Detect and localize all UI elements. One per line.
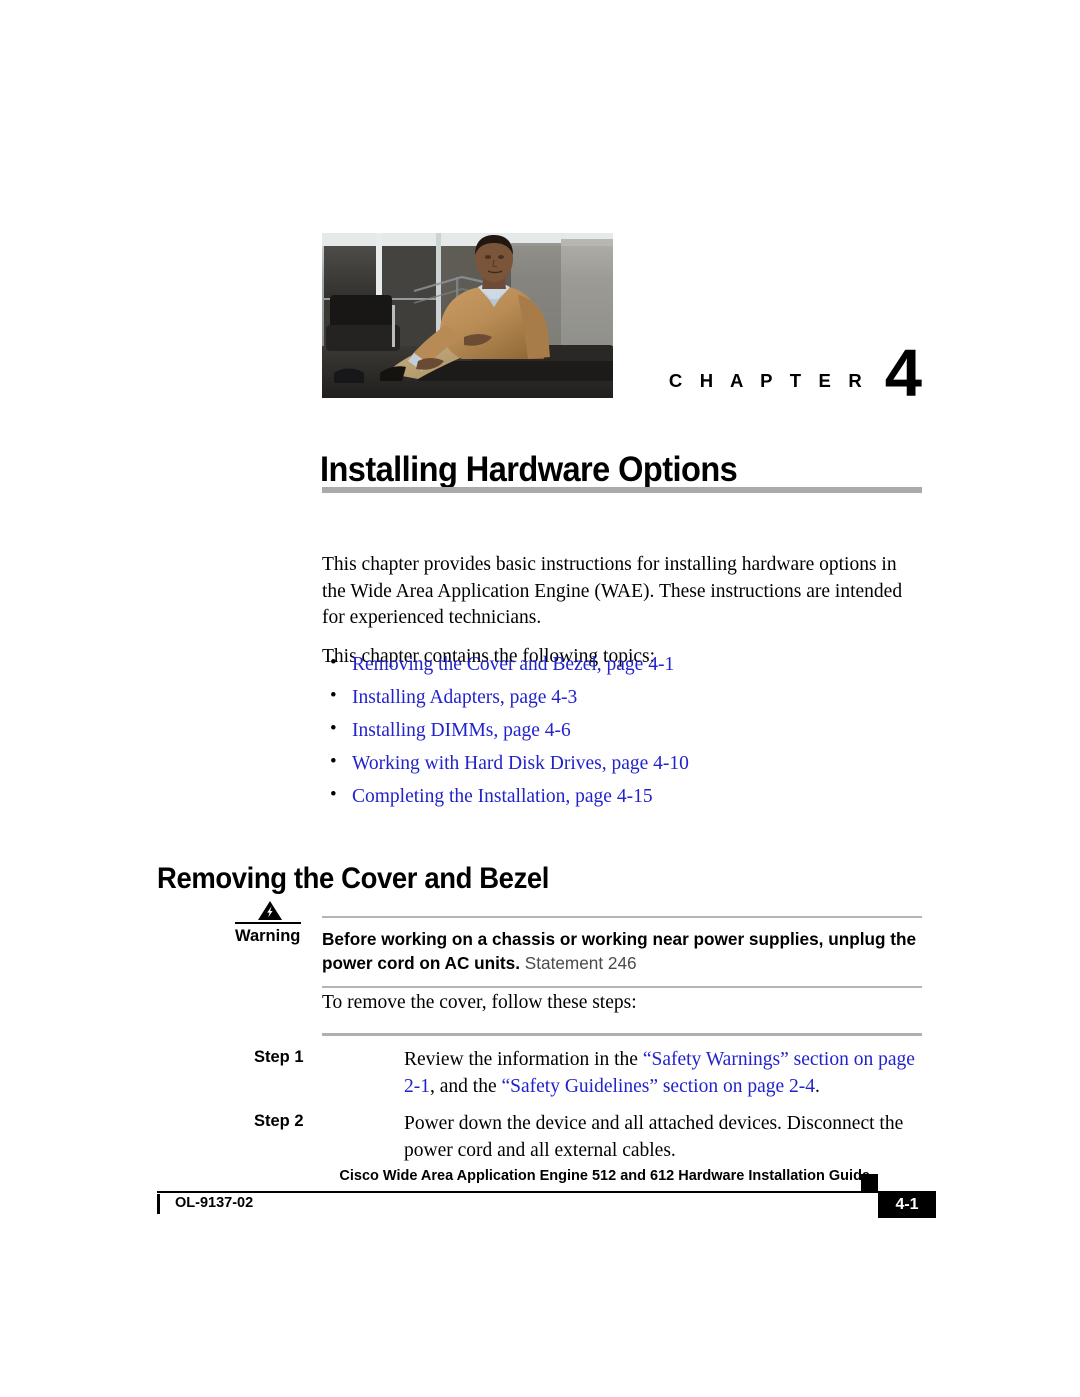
step-text-before: Review the information in the: [404, 1049, 643, 1070]
warning-body: Before working on a chassis or working n…: [322, 916, 922, 988]
list-item[interactable]: • Completing the Installation, page 4-15: [322, 783, 922, 808]
warning-lightning-triangle-icon: [258, 901, 282, 920]
step-row: Step 2 Power down the device and all att…: [254, 1111, 922, 1164]
chapter-number: 4: [884, 335, 922, 411]
topic-link[interactable]: Installing DIMMs, page 4-6: [352, 720, 571, 741]
step-text: Review the information in the “Safety Wa…: [404, 1047, 922, 1100]
topic-link[interactable]: Completing the Installation, page 4-15: [352, 786, 653, 807]
list-item[interactable]: • Installing DIMMs, page 4-6: [322, 717, 922, 742]
bullet-icon: •: [330, 652, 337, 673]
title-divider: [322, 487, 922, 493]
footer-document-id: OL-9137-02: [175, 1195, 254, 1211]
intro-paragraph-1: This chapter provides basic instructions…: [322, 554, 903, 629]
bullet-icon: •: [330, 717, 337, 739]
footer-tick-mark: [157, 1194, 160, 1214]
warning-label: Warning: [235, 927, 301, 945]
warning-label-rule: [235, 922, 301, 924]
procedure-steps: Step 1 Review the information in the “Sa…: [254, 1033, 922, 1175]
chapter-label-group: C H A P T E R 4: [622, 233, 922, 411]
step-label: Step 2: [254, 1112, 304, 1131]
chapter-photo: [322, 233, 613, 398]
step-text-middle: , and the: [430, 1075, 502, 1097]
step-text-before: Power down the device and all attached d…: [404, 1113, 904, 1161]
page-title: Installing Hardware Options: [320, 450, 738, 490]
list-item[interactable]: • Removing the Cover and Bezel, page 4-1: [322, 652, 922, 676]
warning-label-column: Warning: [235, 900, 323, 945]
procedure-lead-in: To remove the cover, follow these steps:: [322, 992, 637, 1013]
page-footer: Cisco Wide Area Application Engine 512 a…: [157, 1168, 936, 1228]
bullet-icon: •: [330, 783, 337, 805]
bullet-icon: •: [330, 684, 337, 706]
step-text-after: .: [815, 1075, 820, 1097]
seated-man-photo: [322, 233, 613, 398]
list-item[interactable]: • Installing Adapters, page 4-3: [322, 684, 922, 709]
chapter-opener: C H A P T E R 4: [322, 233, 922, 411]
safety-guidelines-link[interactable]: “Safety Guidelines” section on page 2-4: [501, 1076, 815, 1097]
step-text: Power down the device and all attached d…: [404, 1111, 922, 1164]
footer-page-number: 4-1: [895, 1196, 919, 1213]
footer-page-box: 4-1: [878, 1191, 936, 1218]
topic-link[interactable]: Working with Hard Disk Drives, page 4-10: [352, 753, 689, 774]
list-item[interactable]: • Working with Hard Disk Drives, page 4-…: [322, 750, 922, 775]
bullet-icon: •: [330, 750, 337, 772]
warning-text: Before working on a chassis or working n…: [322, 918, 922, 986]
footer-square-marker: [861, 1174, 878, 1191]
footer-guide-title: Cisco Wide Area Application Engine 512 a…: [339, 1168, 870, 1184]
topic-link-list: • Removing the Cover and Bezel, page 4-1…: [322, 652, 922, 817]
step-label: Step 1: [254, 1048, 304, 1066]
steps-top-rule: [322, 1033, 922, 1036]
step-row: Step 1 Review the information in the “Sa…: [254, 1047, 922, 1100]
warning-statement-number: Statement 246: [524, 953, 637, 974]
topic-link[interactable]: Removing the Cover and Bezel, page 4-1: [352, 654, 674, 675]
warning-bottom-rule: [322, 985, 922, 988]
section-heading: Removing the Cover and Bezel: [157, 862, 550, 896]
topic-link[interactable]: Installing Adapters, page 4-3: [352, 687, 577, 708]
footer-rule: [157, 1191, 887, 1193]
chapter-word-label: C H A P T E R: [668, 369, 868, 391]
